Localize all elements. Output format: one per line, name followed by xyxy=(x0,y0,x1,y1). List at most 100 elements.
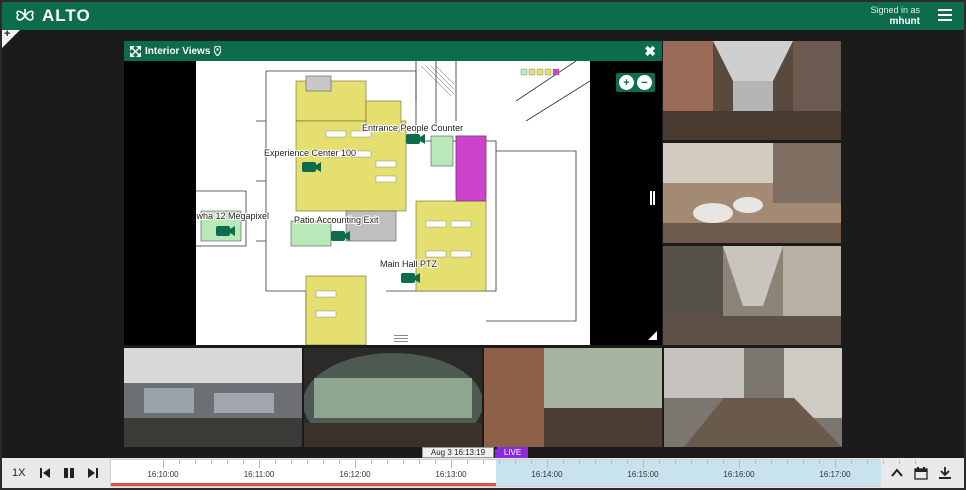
app-window: ALTO Signed in as mhunt + Interior Views… xyxy=(0,0,966,490)
timeline-tick-label: 16:12:00 xyxy=(339,470,371,479)
alto-logo-icon xyxy=(16,9,34,21)
timeline-minor-tick xyxy=(595,460,596,464)
map-label-hanwha[interactable]: Hanwha 12 Megapixel xyxy=(196,210,270,222)
camera-tile-4[interactable] xyxy=(124,348,302,447)
zoom-in-icon[interactable]: + xyxy=(619,75,634,90)
user-info: Signed in as mhunt xyxy=(870,5,920,27)
timeline-minor-tick xyxy=(387,460,388,464)
timeline-minor-tick xyxy=(371,460,372,464)
timeline-minor-tick xyxy=(851,460,852,464)
map-label-patio[interactable]: Patio Accounting Exit xyxy=(293,214,380,226)
timeline-minor-tick xyxy=(339,460,340,464)
current-time-label: Aug 3 16:13:19 xyxy=(422,447,494,458)
expand-icon[interactable] xyxy=(130,45,141,57)
map-label-experience-center[interactable]: Experience Center 100 xyxy=(263,147,357,159)
zoom-out-icon[interactable]: − xyxy=(637,75,652,90)
timeline-minor-tick xyxy=(803,460,804,464)
timeline-minor-tick xyxy=(307,460,308,464)
timeline-minor-tick xyxy=(291,460,292,464)
timeline-minor-tick xyxy=(435,460,436,464)
timeline-minor-tick xyxy=(611,460,612,464)
camera-tile-7[interactable] xyxy=(664,348,842,447)
timeline-minor-tick xyxy=(691,460,692,464)
timeline-minor-tick xyxy=(771,460,772,464)
add-view-button[interactable]: + xyxy=(2,28,20,48)
timeline-minor-tick xyxy=(755,460,756,464)
timeline-minor-tick xyxy=(243,460,244,464)
playback-bar: 1X 16:10:00 16:11:00 16:12:00 16:13:00 16:14… xyxy=(2,458,964,488)
skip-back-icon[interactable] xyxy=(38,466,52,480)
map-label-main-hall[interactable]: Main Hall PTZ xyxy=(379,258,439,270)
timeline-minor-tick xyxy=(867,460,868,464)
timeline-minor-tick xyxy=(627,460,628,464)
timeline-minor-tick xyxy=(787,460,788,464)
map-resize-grip[interactable] xyxy=(394,335,408,342)
timeline-minor-tick xyxy=(563,460,564,464)
timeline-minor-tick xyxy=(211,460,212,464)
map-splitter-handle[interactable] xyxy=(650,191,656,205)
timeline-minor-tick xyxy=(275,460,276,464)
timeline-tick xyxy=(643,460,644,468)
timeline-tick-label: 16:17:00 xyxy=(819,470,851,479)
timeline-minor-tick xyxy=(323,460,324,464)
timeline[interactable]: 16:10:00 16:11:00 16:12:00 16:13:00 16:14:00… xyxy=(110,459,916,487)
timeline-tick-label: 16:10:00 xyxy=(147,470,179,479)
timeline-tick xyxy=(451,460,452,468)
timeline-tick xyxy=(547,460,548,468)
timeline-minor-tick xyxy=(579,460,580,464)
camera-tile-6[interactable] xyxy=(484,348,662,447)
timeline-minor-tick xyxy=(483,460,484,464)
timeline-minor-tick xyxy=(403,460,404,464)
floor-plan[interactable]: Entrance People Counter Experience Cente… xyxy=(196,61,590,345)
download-icon[interactable] xyxy=(938,466,952,480)
skip-forward-icon[interactable] xyxy=(86,466,100,480)
map-title: Interior Views xyxy=(145,45,211,57)
camera-tile-1[interactable] xyxy=(663,41,841,140)
timeline-minor-tick xyxy=(515,460,516,464)
calendar-icon[interactable] xyxy=(914,466,928,480)
map-header: Interior Views ✖ xyxy=(124,41,662,61)
zoom-controls: + − xyxy=(616,73,655,92)
timeline-tick xyxy=(259,460,260,468)
timeline-minor-tick xyxy=(707,460,708,464)
timeline-minor-tick xyxy=(675,460,676,464)
pause-icon[interactable] xyxy=(62,466,76,480)
chevron-up-icon[interactable] xyxy=(890,466,904,480)
camera-tile-5[interactable] xyxy=(304,348,482,447)
hamburger-menu-icon[interactable] xyxy=(938,9,952,21)
timeline-minor-tick xyxy=(899,460,900,464)
timeline-minor-tick xyxy=(227,460,228,464)
timeline-tick xyxy=(739,460,740,468)
timeline-minor-tick xyxy=(499,460,500,464)
camera-tile-2[interactable] xyxy=(663,143,841,243)
speed-selector[interactable]: 1X xyxy=(12,467,25,479)
signed-in-label: Signed in as xyxy=(870,5,920,15)
resize-corner-icon[interactable] xyxy=(648,331,657,340)
timeline-minor-tick xyxy=(915,460,916,464)
timeline-minor-tick xyxy=(531,460,532,464)
map-label-entrance[interactable]: Entrance People Counter xyxy=(361,122,464,134)
username: mhunt xyxy=(889,16,920,27)
timeline-minor-tick xyxy=(419,460,420,464)
camera-tile-3[interactable] xyxy=(663,246,841,345)
live-button[interactable]: LIVE xyxy=(497,447,528,458)
logo[interactable]: ALTO xyxy=(14,6,91,26)
timeline-tick-label: 16:11:00 xyxy=(243,470,275,479)
map-panel: Interior Views ✖ Entrance People Counter… xyxy=(124,41,662,345)
location-pin-icon xyxy=(214,46,222,56)
close-icon[interactable]: ✖ xyxy=(644,43,656,60)
top-bar: ALTO Signed in as mhunt xyxy=(2,2,964,30)
timeline-minor-tick xyxy=(179,460,180,464)
timeline-minor-tick xyxy=(659,460,660,464)
logo-text: ALTO xyxy=(42,6,91,25)
timeline-tick xyxy=(835,460,836,468)
timeline-minor-tick xyxy=(723,460,724,464)
timeline-tick-label: 16:13:00 xyxy=(435,470,467,479)
timeline-tick-label: 16:16:00 xyxy=(723,470,755,479)
timeline-tick xyxy=(163,460,164,468)
timeline-minor-tick xyxy=(883,460,884,464)
timeline-minor-tick xyxy=(467,460,468,464)
timeline-minor-tick xyxy=(819,460,820,464)
timeline-tick xyxy=(355,460,356,468)
timeline-minor-tick xyxy=(195,460,196,464)
